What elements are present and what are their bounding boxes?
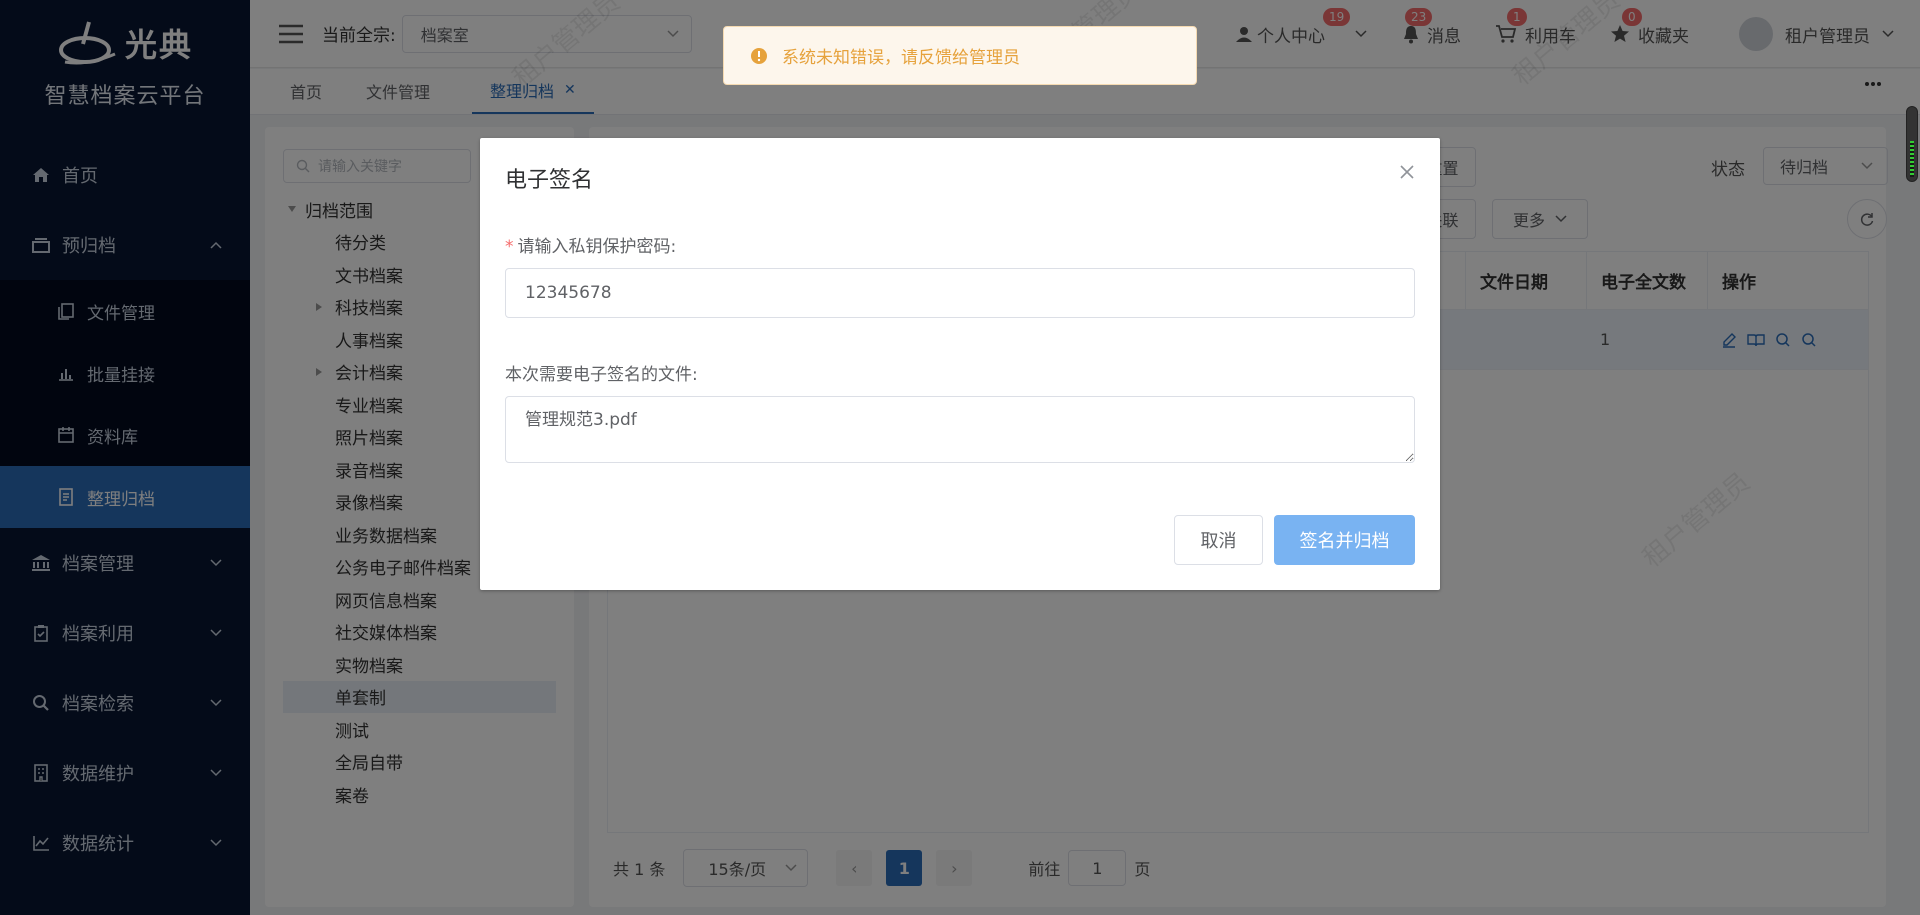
required-asterisk: * xyxy=(505,237,514,257)
files-to-sign-textarea[interactable]: 管理规范3.pdf xyxy=(505,396,1415,463)
scrollbar-thumb[interactable] xyxy=(1910,141,1914,177)
private-key-password-input[interactable] xyxy=(505,268,1415,318)
e-signature-dialog: 电子签名 *请输入私钥保护密码: 本次需要电子签名的文件: 管理规范3.pdf … xyxy=(480,138,1440,590)
password-label: * 请输入私钥保护密码: xyxy=(505,232,676,257)
password-label-text: 请输入私钥保护密码: xyxy=(517,237,677,257)
cancel-button[interactable]: 取消 xyxy=(1174,515,1263,565)
warning-circle-icon xyxy=(750,47,768,65)
files-label: 本次需要电子签名的文件: xyxy=(505,365,698,385)
close-icon[interactable] xyxy=(1399,164,1415,180)
sign-and-archive-button[interactable]: 签名并归档 xyxy=(1274,515,1415,565)
warning-message: 系统未知错误，请反馈给管理员 xyxy=(723,26,1197,85)
scrollbar[interactable] xyxy=(1906,106,1918,182)
dialog-title: 电子签名 xyxy=(505,168,594,193)
warning-message-text: 系统未知错误，请反馈给管理员 xyxy=(782,48,1020,68)
